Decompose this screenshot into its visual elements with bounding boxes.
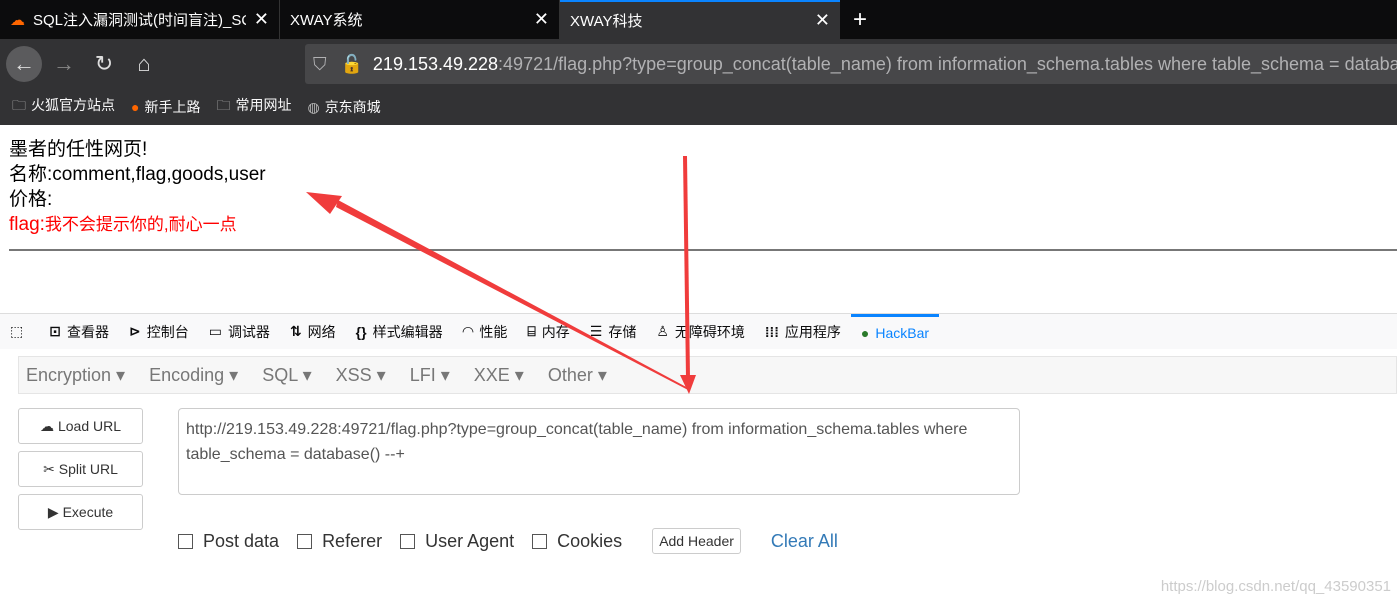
menu-other[interactable]: Other ▾	[548, 365, 607, 386]
shield-icon: ⛉	[313, 53, 327, 74]
hackbar-icon: ●	[860, 325, 870, 341]
tab-bar: ☁ SQL注入漏洞测试(时间盲注)_SQ ✕ XWAY系统 ✕ XWAY科技 ✕ +	[0, 0, 1397, 39]
user-agent-checkbox[interactable]: User Agent	[400, 531, 514, 552]
split-url-button[interactable]: ✂ Split URL	[18, 451, 143, 487]
tab-sql[interactable]: ☁ SQL注入漏洞测试(时间盲注)_SQ ✕	[0, 0, 280, 39]
close-tab-icon[interactable]: ✕	[534, 9, 549, 30]
menu-xxe[interactable]: XXE ▾	[474, 365, 524, 386]
execute-button[interactable]: ▶ Execute	[18, 494, 143, 530]
network-icon: ⇅	[289, 323, 302, 339]
cloud-icon: ☁	[10, 11, 25, 29]
page-heading: 墨者的任性网页!	[9, 139, 148, 160]
tab-application[interactable]: ⁞⁞⁞ 应用程序	[755, 314, 851, 349]
tab-style-editor[interactable]: {} 样式编辑器	[346, 314, 453, 349]
console-icon: ⊳	[128, 323, 141, 339]
new-tab-button[interactable]: +	[840, 0, 880, 39]
clear-all-link[interactable]: Clear All	[771, 531, 838, 552]
braces-icon: {}	[355, 323, 367, 340]
tab-memory[interactable]: ⌸ 内存	[517, 314, 579, 349]
picker-icon[interactable]: ⬚	[0, 314, 39, 349]
tab-xway-tech[interactable]: XWAY科技 ✕	[560, 0, 840, 39]
debugger-icon: ▭	[208, 323, 222, 339]
folder-icon: 🗀	[12, 97, 26, 113]
hackbar-menu: Encryption ▾ Encoding ▾ SQL ▾ XSS ▾ LFI …	[18, 356, 1397, 394]
folder-icon: 🗀	[216, 97, 231, 113]
menu-sql[interactable]: SQL ▾	[262, 365, 311, 386]
menu-encoding[interactable]: Encoding ▾	[149, 365, 238, 386]
name-line: 名称:comment,flag,goods,user	[9, 164, 266, 185]
tab-debugger[interactable]: ▭ 调试器	[199, 314, 280, 349]
globe-icon: ◍	[307, 99, 320, 115]
address-bar[interactable]: ⛉ 🔓 219.153.49.228:49721/flag.php?type=g…	[305, 44, 1397, 84]
grid-icon: ⁞⁞⁞	[764, 323, 779, 340]
referer-checkbox[interactable]: Referer	[297, 531, 382, 552]
tab-accessibility[interactable]: ♙ 无障碍环境	[646, 314, 755, 349]
menu-encryption[interactable]: Encryption ▾	[26, 365, 125, 386]
home-button[interactable]: ⌂	[126, 46, 162, 82]
bookmark-item[interactable]: 🗀 火狐官方站点	[12, 95, 115, 119]
play-icon: ▶	[47, 503, 59, 520]
firefox-icon: ●	[131, 99, 140, 115]
bookmark-item[interactable]: 🗀 常用网址	[216, 95, 291, 119]
close-tab-icon[interactable]: ✕	[254, 9, 269, 30]
storage-icon: ☰	[589, 323, 603, 339]
page-content: 墨者的任性网页! 名称:comment,flag,goods,user 价格: …	[0, 125, 1397, 313]
devtools-toolbar: ⬚ ⊡ 查看器 ⊳ 控制台 ▭ 调试器 ⇅ 网络 {} 样式编辑器 ◠ 性能 ⌸ 内存 ☰ 存储…	[0, 313, 1397, 349]
url-textarea[interactable]: http://219.153.49.228:49721/flag.php?typ…	[178, 408, 1020, 495]
gauge-icon: ◠	[462, 323, 474, 339]
hackbar-options: Post data Referer User Agent Cookies Add…	[178, 528, 838, 554]
cloud-download-icon: ☁	[39, 417, 54, 434]
flag-line: flag:我不会提示你的,耐心一点	[9, 214, 237, 235]
insecure-lock-icon: 🔓	[340, 53, 363, 74]
tab-network[interactable]: ⇅ 网络	[280, 314, 346, 349]
load-url-button[interactable]: ☁ Load URL	[18, 408, 143, 444]
bookmark-item[interactable]: ◍ 京东商城	[307, 97, 380, 117]
tab-inspector[interactable]: ⊡ 查看器	[39, 314, 119, 349]
post-data-checkbox[interactable]: Post data	[178, 531, 279, 552]
menu-xss[interactable]: XSS ▾	[336, 365, 386, 386]
reload-button[interactable]: ↻	[86, 46, 122, 82]
forward-button[interactable]: →	[46, 46, 82, 82]
scissors-icon: ✂	[43, 460, 55, 477]
back-button[interactable]: ←	[6, 46, 42, 82]
cookies-checkbox[interactable]: Cookies	[532, 531, 622, 552]
memory-icon: ⌸	[527, 323, 536, 339]
bookmark-item[interactable]: ● 新手上路	[131, 97, 200, 117]
tab-console[interactable]: ⊳ 控制台	[119, 314, 199, 349]
menu-lfi[interactable]: LFI ▾	[410, 365, 450, 386]
price-line: 价格:	[9, 189, 53, 210]
add-header-button[interactable]: Add Header	[652, 528, 741, 554]
divider	[9, 249, 1397, 251]
watermark: https://blog.csdn.net/qq_43590351	[1160, 578, 1391, 595]
bookmarks-bar: 🗀 火狐官方站点 ● 新手上路 🗀 常用网址 ◍ 京东商城	[0, 89, 1397, 125]
tab-performance[interactable]: ◠ 性能	[453, 314, 518, 349]
close-tab-icon[interactable]: ✕	[815, 10, 830, 31]
inspector-icon: ⊡	[49, 323, 61, 339]
accessibility-icon: ♙	[656, 323, 669, 339]
tab-storage[interactable]: ☰ 存储	[580, 314, 647, 349]
tab-xway-system[interactable]: XWAY系统 ✕	[280, 0, 560, 39]
tab-hackbar[interactable]: ● HackBar	[850, 314, 940, 349]
